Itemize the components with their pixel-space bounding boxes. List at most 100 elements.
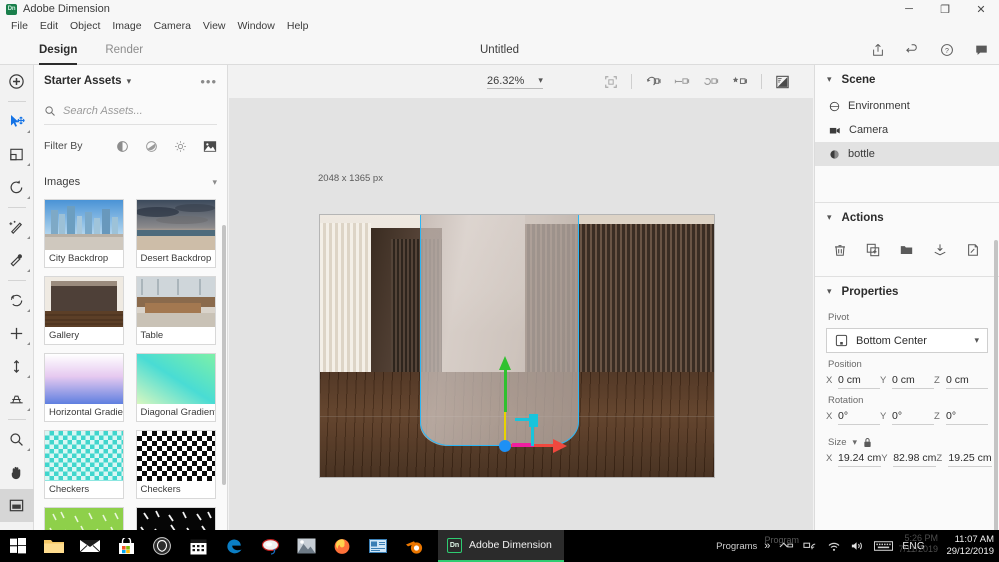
search-input[interactable] bbox=[63, 104, 203, 117]
gizmo-z-handle[interactable] bbox=[529, 413, 539, 427]
tool-horizon[interactable] bbox=[0, 383, 34, 416]
tray-clock[interactable]: 11:07 AM 29/12/2019 bbox=[946, 534, 994, 558]
gizmo-x-arrow[interactable] bbox=[553, 438, 568, 453]
chevron-down-icon[interactable]: ▾ bbox=[127, 76, 132, 87]
size-z-value[interactable]: 19.25 cm bbox=[948, 452, 992, 467]
taskbar-edge[interactable] bbox=[216, 530, 252, 562]
delete-icon[interactable] bbox=[833, 243, 847, 257]
taskbar-file-explorer[interactable] bbox=[36, 530, 72, 562]
tab-design[interactable]: Design bbox=[25, 34, 91, 65]
duplicate-icon[interactable] bbox=[866, 243, 880, 257]
menu-help[interactable]: Help bbox=[281, 19, 315, 33]
menu-edit[interactable]: Edit bbox=[34, 19, 64, 33]
materials-filter-icon[interactable] bbox=[145, 140, 158, 153]
taskbar-blender[interactable] bbox=[396, 530, 432, 562]
camera-bookmark-icon[interactable] bbox=[732, 74, 748, 89]
lights-filter-icon[interactable] bbox=[174, 140, 187, 153]
position-z-value[interactable]: 0 cm bbox=[946, 374, 988, 389]
taskbar-active-window[interactable]: Dn Adobe Dimension bbox=[438, 530, 564, 562]
fit-to-view-icon[interactable] bbox=[604, 75, 618, 89]
export-icon[interactable] bbox=[966, 243, 980, 257]
asset-card-checkers-teal[interactable]: Checkers bbox=[44, 430, 124, 499]
chevron-down-icon[interactable]: ▾ bbox=[852, 437, 857, 448]
rotation-x-value[interactable]: 0° bbox=[838, 410, 880, 425]
group-folder-icon[interactable] bbox=[899, 243, 914, 257]
taskbar-calendar[interactable] bbox=[180, 530, 216, 562]
tool-magic-place[interactable] bbox=[0, 138, 34, 171]
taskbar-photos[interactable] bbox=[288, 530, 324, 562]
chevron-down-icon[interactable]: ▾ bbox=[827, 286, 832, 297]
share-icon[interactable] bbox=[871, 43, 885, 57]
tab-render[interactable]: Render bbox=[91, 34, 157, 65]
size-x-value[interactable]: 19.24 cm bbox=[838, 452, 882, 467]
tool-rotate[interactable] bbox=[0, 171, 34, 204]
zoom-control[interactable]: 26.32% ▾ bbox=[487, 75, 543, 89]
keyboard-icon[interactable] bbox=[874, 540, 894, 552]
chevron-down-icon[interactable]: ▾ bbox=[538, 75, 543, 86]
properties-panel-header[interactable]: ▾ Properties bbox=[815, 277, 999, 306]
tool-sampler[interactable] bbox=[0, 244, 34, 277]
position-y-field[interactable]: Y 0 cm bbox=[880, 374, 934, 389]
assets-scrollbar[interactable] bbox=[222, 225, 226, 485]
size-y-value[interactable]: 82.98 cm bbox=[893, 452, 937, 467]
wifi-icon[interactable] bbox=[827, 540, 841, 552]
minimize-button[interactable]: ─ bbox=[891, 0, 927, 18]
tool-material-picker[interactable] bbox=[0, 211, 34, 244]
asset-card-checkers-bw[interactable]: Checkers bbox=[135, 430, 216, 499]
images-filter-icon[interactable] bbox=[203, 140, 217, 153]
models-filter-icon[interactable] bbox=[116, 140, 129, 153]
position-z-field[interactable]: Z 0 cm bbox=[934, 374, 988, 389]
viewport-stage[interactable]: 2048 x 1365 px bbox=[229, 98, 813, 530]
orbit-camera-icon[interactable] bbox=[645, 74, 661, 89]
size-z-field[interactable]: Z 19.25 cm bbox=[936, 452, 992, 467]
asset-card-desert-backdrop[interactable]: Desert Backdrop bbox=[135, 199, 216, 268]
gizmo-y-axis[interactable] bbox=[503, 367, 507, 412]
tool-zoom[interactable] bbox=[0, 423, 34, 456]
tool-hand[interactable] bbox=[0, 456, 34, 489]
menu-view[interactable]: View bbox=[197, 19, 232, 33]
taskbar-paint3d[interactable] bbox=[252, 530, 288, 562]
network-icon[interactable] bbox=[803, 540, 818, 552]
images-section-header[interactable]: Images ▾ bbox=[44, 169, 217, 195]
scene-item-camera[interactable]: Camera bbox=[815, 118, 999, 142]
lock-icon[interactable] bbox=[863, 437, 872, 448]
menu-file[interactable]: File bbox=[5, 19, 34, 33]
asset-card-table[interactable]: Table bbox=[135, 276, 216, 345]
position-x-field[interactable]: X 0 cm bbox=[826, 374, 880, 389]
menu-image[interactable]: Image bbox=[106, 19, 147, 33]
menu-window[interactable]: Window bbox=[232, 19, 281, 33]
gizmo-y-arrow[interactable] bbox=[499, 355, 512, 370]
tool-add-content[interactable] bbox=[0, 65, 34, 98]
size-x-field[interactable]: X 19.24 cm bbox=[826, 452, 882, 467]
inspector-scrollbar[interactable] bbox=[994, 240, 998, 530]
taskbar-unreal-engine[interactable] bbox=[144, 530, 180, 562]
start-button[interactable] bbox=[0, 530, 36, 562]
volume-icon[interactable] bbox=[850, 540, 865, 552]
scene-item-bottle[interactable]: bottle bbox=[815, 142, 999, 166]
size-y-field[interactable]: Y 82.98 cm bbox=[881, 452, 937, 467]
rotation-y-field[interactable]: Y 0° bbox=[880, 410, 934, 425]
tool-select-move[interactable] bbox=[0, 105, 34, 138]
pan-camera-icon[interactable] bbox=[674, 74, 690, 89]
position-y-value[interactable]: 0 cm bbox=[892, 374, 934, 389]
tray-programs-label[interactable]: Programs bbox=[716, 541, 757, 552]
pivot-dropdown[interactable]: Bottom Center ▾ bbox=[826, 328, 988, 353]
chevron-down-icon[interactable]: ▾ bbox=[212, 177, 217, 188]
menu-camera[interactable]: Camera bbox=[148, 19, 197, 33]
help-icon[interactable]: ? bbox=[940, 43, 954, 57]
asset-card-gallery[interactable]: Gallery bbox=[44, 276, 124, 345]
menu-object[interactable]: Object bbox=[64, 19, 106, 33]
actions-panel-header[interactable]: ▾ Actions bbox=[815, 203, 999, 232]
comment-icon[interactable] bbox=[974, 43, 989, 57]
scene-item-environment[interactable]: Environment bbox=[815, 94, 999, 118]
asset-card-confetti-green[interactable] bbox=[44, 507, 124, 530]
asset-card-horizontal-gradient[interactable]: Horizontal Gradient bbox=[44, 353, 124, 422]
rotation-z-field[interactable]: Z 0° bbox=[934, 410, 988, 425]
chevron-down-icon[interactable]: ▾ bbox=[827, 212, 832, 223]
taskbar-mail[interactable] bbox=[72, 530, 108, 562]
rotation-x-field[interactable]: X 0° bbox=[826, 410, 880, 425]
rotation-y-value[interactable]: 0° bbox=[892, 410, 934, 425]
tray-clock-wrapper[interactable]: 5:26 PM 7/11/2019 11:07 AM 29/12/2019 bbox=[899, 530, 994, 562]
artboard-3d-scene[interactable] bbox=[319, 214, 715, 478]
chevron-down-icon[interactable]: ▾ bbox=[974, 335, 979, 346]
